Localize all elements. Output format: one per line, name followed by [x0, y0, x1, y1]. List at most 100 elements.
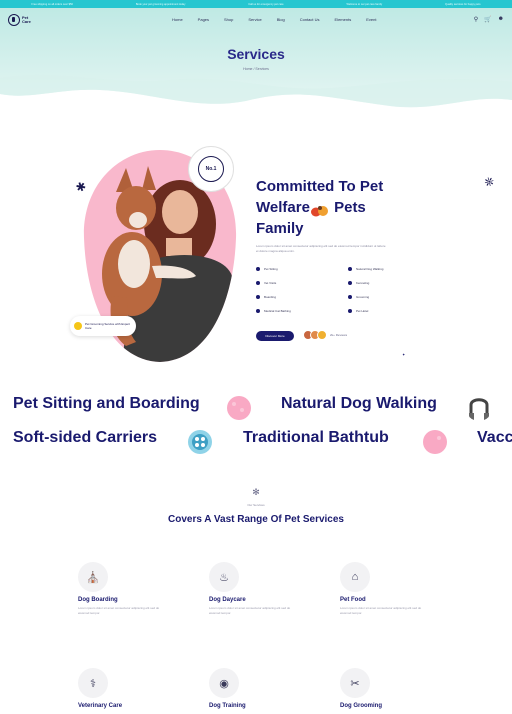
- leash-icon: [469, 398, 489, 420]
- carrier-icon: [188, 430, 212, 454]
- pets-emoji-icon: [310, 202, 330, 217]
- check-icon: [256, 309, 260, 313]
- check-icon: [256, 281, 260, 285]
- service-card-desc: Lorem ipsum dolor sit amet consectetur a…: [340, 606, 422, 615]
- service-card-desc: Lorem ipsum dolor sit amet consectetur a…: [78, 606, 160, 615]
- feature-label: Boarding: [264, 295, 277, 299]
- service-card-title: Dog Daycare: [209, 597, 246, 603]
- service-card-dog-daycare[interactable]: ♨ Dog Daycare Lorem ipsum dolor sit amet…: [209, 562, 329, 616]
- review-avatars: 2k+ Reviews: [303, 330, 347, 340]
- avatar: [317, 330, 327, 340]
- dog-boarding-icon: ⛪: [78, 562, 108, 592]
- marquee-item: Traditional Bathtub: [243, 429, 389, 446]
- service-card-title: Dog Boarding: [78, 597, 118, 603]
- about-title-line3: Family: [256, 220, 304, 237]
- nav-item-contact[interactable]: Contact Us: [300, 17, 320, 22]
- feature-item: Natural Dog Walking: [348, 266, 416, 272]
- pink-bath-icon: [423, 430, 447, 454]
- check-icon: [348, 267, 352, 271]
- dog-training-icon: ◉: [209, 668, 239, 698]
- cart-icon[interactable]: 🛒: [484, 16, 491, 23]
- nav-item-service[interactable]: Service: [248, 17, 261, 22]
- nav-item-shop[interactable]: Shop: [224, 17, 233, 22]
- services-title: Covers A Vast Range Of Pet Services: [167, 514, 344, 525]
- bone-icon: ❈: [481, 173, 497, 191]
- announcement-bar: Free shipping on all orders over $50 Boo…: [0, 0, 512, 8]
- feature-label: Natural Dog Walking: [356, 267, 384, 271]
- paw-icon: ✻: [252, 487, 260, 497]
- dog-daycare-icon: ♨: [209, 562, 239, 592]
- logo-text: Pet Care: [22, 15, 31, 24]
- announcement-text: Call us for emergency pet care: [248, 2, 284, 6]
- check-icon: [256, 295, 260, 299]
- check-icon: [348, 309, 352, 313]
- service-card-veterinary-care[interactable]: ⚕ Veterinary Care: [78, 668, 198, 709]
- nav-item-event[interactable]: Event: [366, 17, 376, 22]
- page-title: Services: [227, 46, 285, 62]
- nav-menu: Home Pages Shop Service Blog Contact Us …: [172, 17, 376, 22]
- about-title-line2b: Pets: [334, 199, 366, 216]
- nav-item-home[interactable]: Home: [172, 17, 183, 22]
- sparkle-small-icon: ✦: [402, 352, 406, 357]
- service-card-title: Veterinary Care: [78, 703, 123, 709]
- feature-item: Vet Visits: [256, 280, 348, 286]
- service-card-dog-training[interactable]: ◉ Dog Training: [209, 668, 329, 709]
- logo-mark-icon: [8, 14, 20, 26]
- site-logo[interactable]: Pet Care: [8, 14, 36, 26]
- marquee-item: Natural Dog Walking: [281, 395, 437, 412]
- feature-label: Pet Hotel: [356, 309, 369, 313]
- service-pill: Pet Grooming Service with Expert Care: [70, 316, 136, 336]
- service-card-dog-grooming[interactable]: ✂ Dog Grooming: [340, 668, 460, 709]
- dog-grooming-icon: ✂: [340, 668, 370, 698]
- feature-item: Pet Sitting: [256, 266, 348, 272]
- service-card-title: Dog Training: [209, 703, 246, 709]
- breadcrumb[interactable]: Home / Services: [0, 67, 512, 71]
- service-card-desc: Lorem ipsum dolor sit amet consectetur a…: [209, 606, 291, 615]
- announcement-text: Free shipping on all orders over $50: [31, 2, 73, 6]
- check-icon: [256, 267, 260, 271]
- reviews-text: 2k+ Reviews: [330, 333, 348, 337]
- user-icon[interactable]: ☻: [498, 16, 504, 23]
- veterinary-care-icon: ⚕: [78, 668, 108, 698]
- feature-item: Boarding: [256, 294, 348, 300]
- announcement-text: Quality services for happy pets: [445, 2, 481, 6]
- about-title-line1: Committed To Pet: [256, 178, 384, 195]
- feature-label: Kenneling: [356, 281, 370, 285]
- feature-list: Pet Sitting Natural Dog Walking Vet Visi…: [256, 266, 416, 314]
- announcement-text: Welcome to our pet care family: [346, 2, 383, 6]
- feature-label: Medical Cat Bathing: [264, 309, 291, 313]
- service-card-title: Pet Food: [340, 597, 366, 603]
- about-description: Lorem ipsum dolor sit amet consectetur a…: [256, 244, 386, 253]
- nav-icons: ⚲ 🛒 ☻: [474, 16, 504, 23]
- marquee-item: Pet Sitting and Boarding: [13, 395, 200, 412]
- star-icon: [74, 322, 82, 330]
- pink-ball-icon: [227, 396, 251, 420]
- discover-more-button[interactable]: Discover More: [256, 331, 294, 341]
- feature-item: Pet Hotel: [348, 308, 416, 314]
- pill-text: Pet Grooming Service with Expert Care: [85, 322, 131, 330]
- service-card-pet-food[interactable]: ⌂ Pet Food Lorem ipsum dolor sit amet co…: [340, 562, 460, 616]
- feature-label: Vet Visits: [264, 281, 277, 285]
- about-title-line2a: Welfare: [256, 199, 310, 216]
- announcement-text: Book your pet grooming appointment today: [135, 2, 186, 6]
- feature-label: Grooming: [356, 295, 370, 299]
- marquee-item: Vacc: [477, 429, 512, 446]
- nav-item-pages[interactable]: Pages: [198, 17, 209, 22]
- service-card-title: Dog Grooming: [340, 703, 382, 709]
- about-title: Committed To Pet Welfare Pets Family: [256, 176, 416, 239]
- feature-item: Grooming: [348, 294, 416, 300]
- services-kicker: Our Services: [247, 503, 265, 507]
- feature-item: Medical Cat Bathing: [256, 308, 348, 314]
- service-card-dog-boarding[interactable]: ⛪ Dog Boarding Lorem ipsum dolor sit ame…: [78, 562, 198, 616]
- check-icon: [348, 295, 352, 299]
- feature-label: Pet Sitting: [264, 267, 278, 271]
- marquee-item: Soft-sided Carriers: [13, 429, 158, 446]
- search-icon[interactable]: ⚲: [474, 16, 478, 23]
- main-nav: Pet Care Home Pages Shop Service Blog Co…: [0, 8, 512, 32]
- feature-item: Kenneling: [348, 280, 416, 286]
- nav-item-elements[interactable]: Elements: [335, 17, 352, 22]
- rank-badge-label: No.1: [198, 156, 224, 182]
- nav-item-blog[interactable]: Blog: [277, 17, 285, 22]
- pet-food-icon: ⌂: [340, 562, 370, 592]
- discover-more-label: Discover More: [265, 334, 285, 338]
